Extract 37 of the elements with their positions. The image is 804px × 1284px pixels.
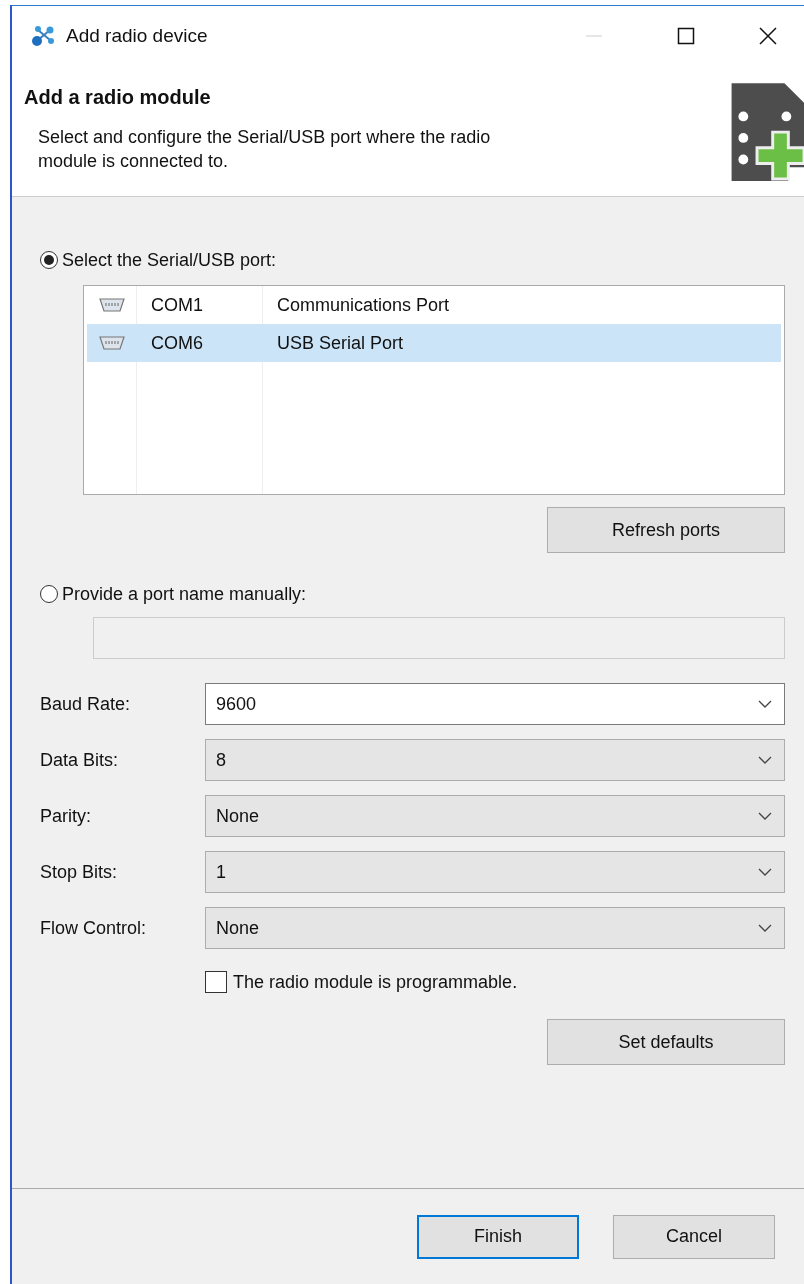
page-title: Add a radio module xyxy=(24,86,212,109)
table-cell-text: COM1 xyxy=(150,294,204,316)
chevron-down-icon xyxy=(758,868,772,876)
field-label: Baud Rate: xyxy=(40,693,132,715)
chevron-down-icon xyxy=(758,756,772,764)
radio-button[interactable] xyxy=(40,585,58,603)
maximize-icon xyxy=(676,26,696,46)
serial-connector-icon xyxy=(99,297,125,313)
field-label: Stop Bits: xyxy=(40,861,119,883)
radio-label[interactable]: Provide a port name manually: xyxy=(62,583,307,605)
radio-button[interactable] xyxy=(40,251,58,269)
set-defaults-button[interactable]: Set defaults xyxy=(547,1019,785,1065)
chevron-down-icon xyxy=(758,812,772,820)
finish-button[interactable]: Finish xyxy=(417,1214,579,1259)
page-description: Select and configure the Serial/USB port where the radio module is connected to. xyxy=(38,126,492,173)
cancel-button[interactable]: Cancel xyxy=(613,1214,775,1259)
dropdown[interactable]: 8 xyxy=(205,739,785,781)
serial-connector-icon xyxy=(99,335,125,351)
radio-label[interactable]: Select the Serial/USB port: xyxy=(62,249,277,271)
port-row[interactable]: COM1 Communications Port xyxy=(87,286,781,324)
dropdown[interactable]: None xyxy=(205,795,785,837)
dropdown[interactable]: 1 xyxy=(205,851,785,893)
table-cell-text: USB Serial Port xyxy=(276,332,404,354)
refresh-ports-button[interactable]: Refresh ports xyxy=(547,507,785,553)
table-cell-text: Communications Port xyxy=(276,294,450,316)
port-row[interactable]: COM6 USB Serial Port xyxy=(87,324,781,362)
dropdown[interactable]: None xyxy=(205,907,785,949)
field-label: Data Bits: xyxy=(40,749,120,771)
close-icon xyxy=(758,26,778,46)
table-cell-text: COM6 xyxy=(150,332,204,354)
field-label: Flow Control: xyxy=(40,917,148,939)
dropdown[interactable]: 9600 xyxy=(205,683,785,725)
chevron-down-icon xyxy=(758,700,772,708)
window-title: Add radio device xyxy=(66,25,209,47)
field-label: Parity: xyxy=(40,805,92,827)
programmable-checkbox[interactable]: The radio module is programmable. xyxy=(205,967,785,997)
chevron-down-icon xyxy=(758,924,772,932)
